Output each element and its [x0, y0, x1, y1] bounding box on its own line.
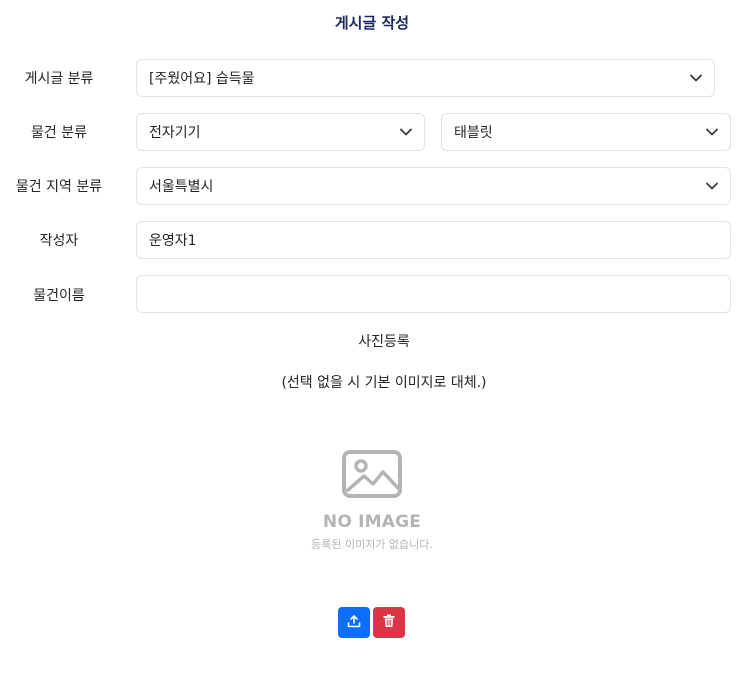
- no-image-title: NO IMAGE: [322, 512, 422, 532]
- item-category-select[interactable]: 전자기기: [136, 113, 425, 151]
- no-image-placeholder: NO IMAGE 등록된 이미지가 없습니다.: [300, 448, 444, 552]
- upload-button[interactable]: [338, 607, 370, 638]
- trash-icon: [382, 613, 396, 632]
- category-value: [주웠어요] 습득물: [149, 71, 255, 87]
- no-image-subtitle: 등록된 이미지가 없습니다.: [311, 538, 433, 551]
- region-select[interactable]: 서울특별시: [136, 167, 731, 205]
- chevron-down-icon: [400, 127, 412, 137]
- item-subcategory-select[interactable]: 태블릿: [441, 113, 731, 151]
- page-title: 게시글 작성: [334, 14, 410, 32]
- chevron-down-icon: [706, 127, 718, 137]
- upload-icon: [347, 613, 361, 632]
- category-label: 게시글 분류: [24, 71, 94, 87]
- item-category-value: 전자기기: [149, 125, 201, 141]
- region-value: 서울특별시: [149, 179, 214, 195]
- region-label: 물건 지역 분류: [15, 179, 103, 195]
- chevron-down-icon: [706, 181, 718, 191]
- category-select[interactable]: [주웠어요] 습득물: [136, 59, 715, 97]
- image-placeholder-icon: [340, 448, 404, 500]
- photo-note: (선택 없을 시 기본 이미지로 대체.): [281, 375, 487, 391]
- photo-heading: 사진등록: [358, 334, 410, 350]
- item-subcategory-value: 태블릿: [454, 125, 493, 141]
- author-field[interactable]: 운영자1: [136, 221, 731, 259]
- item-name-label: 물건이름: [33, 288, 85, 304]
- item-name-input[interactable]: [136, 275, 731, 313]
- chevron-down-icon: [690, 73, 702, 83]
- item-category-label: 물건 분류: [31, 125, 87, 141]
- delete-button[interactable]: [373, 607, 405, 638]
- author-value: 운영자1: [149, 233, 197, 249]
- author-label: 작성자: [39, 233, 79, 249]
